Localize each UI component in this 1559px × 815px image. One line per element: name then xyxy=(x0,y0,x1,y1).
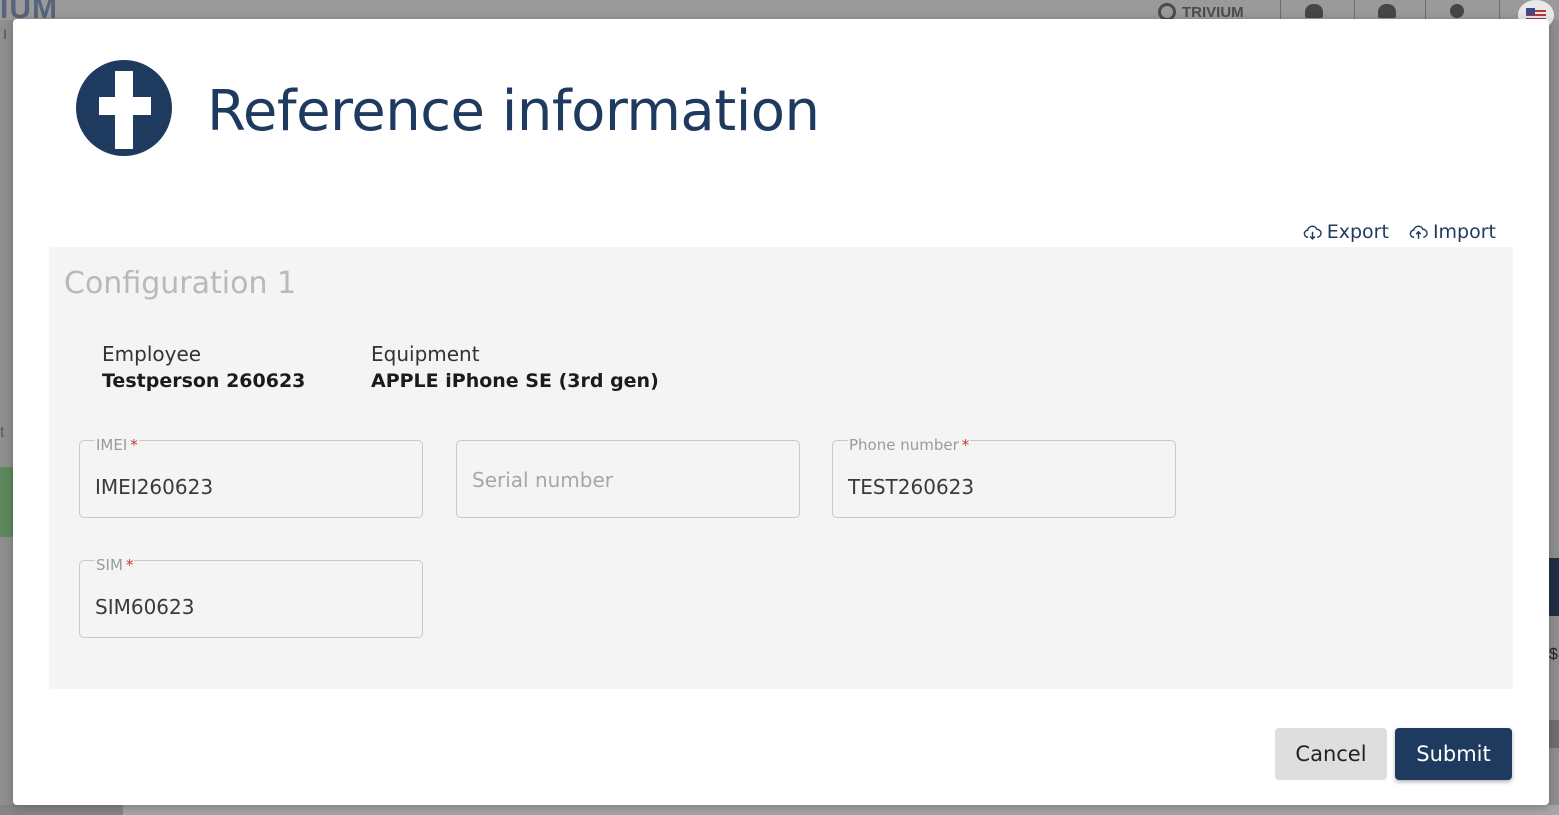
background-right-gray-block xyxy=(1549,720,1559,748)
background-right-dark-block xyxy=(1549,558,1559,616)
configuration-title: Configuration 1 xyxy=(64,266,297,301)
configuration-panel: Configuration 1 Employee Testperson 2606… xyxy=(49,247,1513,689)
required-marker: * xyxy=(125,556,134,574)
imei-input[interactable] xyxy=(95,475,405,499)
import-link[interactable]: Import xyxy=(1409,221,1496,243)
background-left-text: t xyxy=(0,424,5,441)
panel-actions: Export Import xyxy=(1303,221,1496,243)
background-trivium-selector: TRIVIUM xyxy=(1158,3,1244,21)
page-title: Reference information xyxy=(207,79,820,144)
import-label: Import xyxy=(1432,221,1496,243)
required-marker: * xyxy=(961,436,970,454)
phone-number-label: Phone number * xyxy=(848,436,971,454)
equipment-value: APPLE iPhone SE (3rd gen) xyxy=(371,370,659,392)
background-bottom-strip-right xyxy=(123,805,1559,815)
employee-label: Employee xyxy=(102,342,202,366)
equipment-label: Equipment xyxy=(371,342,480,366)
sim-label: SIM * xyxy=(95,556,135,574)
background-left-green-block xyxy=(0,467,13,537)
cart-icon xyxy=(1305,4,1323,18)
background-separator xyxy=(1425,0,1426,20)
sim-field: SIM * xyxy=(79,556,423,638)
reference-information-modal: Reference information Export Import Conf… xyxy=(13,19,1549,805)
background-bottom-strip xyxy=(0,805,123,815)
background-separator xyxy=(1354,0,1355,20)
background-topbar xyxy=(0,0,1559,20)
cloud-download-icon xyxy=(1303,225,1322,240)
background-separator xyxy=(1499,0,1500,20)
imei-field: IMEI * xyxy=(79,436,423,518)
export-label: Export xyxy=(1326,221,1389,243)
search-icon xyxy=(1450,4,1464,18)
background-separator xyxy=(1280,0,1281,20)
export-link[interactable]: Export xyxy=(1303,221,1389,243)
required-marker: * xyxy=(130,436,138,454)
imei-label: IMEI * xyxy=(95,436,139,454)
serial-number-field xyxy=(456,440,800,518)
bell-icon xyxy=(1378,4,1396,18)
serial-number-input[interactable] xyxy=(472,468,782,492)
cross-logo-icon xyxy=(76,60,172,156)
cloud-upload-icon xyxy=(1409,225,1428,239)
sim-input[interactable] xyxy=(95,595,405,619)
employee-info: Employee Testperson 260623 xyxy=(102,342,305,392)
background-trivium-label: TRIVIUM xyxy=(1182,3,1244,21)
employee-value: Testperson 260623 xyxy=(102,370,306,392)
equipment-info: Equipment APPLE iPhone SE (3rd gen) xyxy=(371,342,659,392)
phone-number-input[interactable] xyxy=(848,475,1158,499)
cancel-button[interactable]: Cancel xyxy=(1275,728,1387,780)
background-brand-sub: I xyxy=(3,26,7,42)
submit-button[interactable]: Submit xyxy=(1395,728,1512,780)
background-right-text: $ xyxy=(1549,646,1558,663)
phone-number-field: Phone number * xyxy=(832,436,1176,518)
